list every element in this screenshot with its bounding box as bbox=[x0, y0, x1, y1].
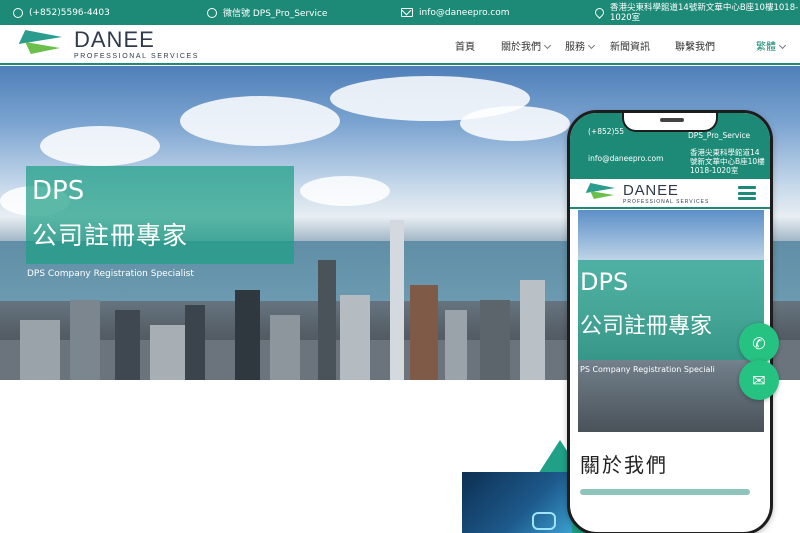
topbar-email[interactable]: info@daneepro.com bbox=[401, 0, 510, 25]
language-label: 繁體 bbox=[756, 42, 776, 53]
location-icon bbox=[593, 6, 606, 19]
building bbox=[70, 300, 100, 380]
nav-services-label: 服務 bbox=[565, 42, 585, 53]
building bbox=[115, 310, 140, 380]
phone-logo-subtitle: PROFESSIONAL SERVICES bbox=[623, 199, 710, 205]
phone-address-line-3: 1018-1020室 bbox=[690, 166, 739, 175]
address-line-1: 香港尖東科學館道14號新文華中心B座10樓1018- bbox=[610, 2, 799, 13]
cloud-shape bbox=[300, 176, 390, 206]
chevron-down-icon bbox=[587, 41, 596, 50]
hero-subtitle: DPS Company Registration Specialist bbox=[27, 269, 194, 279]
topbar-wechat-text: 微信號 DPS_Pro_Service bbox=[223, 9, 328, 19]
mail-icon bbox=[401, 8, 413, 17]
cloud-shape bbox=[40, 126, 160, 166]
topbar-address: 香港尖東科學館道14號新文華中心B座10樓1018- 1020室 bbox=[593, 0, 798, 25]
chevron-down-icon bbox=[543, 41, 552, 50]
phone-notch bbox=[622, 113, 718, 132]
cloud-shape bbox=[180, 96, 340, 146]
building bbox=[185, 305, 205, 380]
nav-item-services[interactable]: 服務 bbox=[565, 38, 596, 53]
topbar-address-text: 香港尖東科學館道14號新文華中心B座10樓1018- 1020室 bbox=[610, 3, 798, 23]
tech-photo bbox=[462, 472, 572, 533]
phone-about-heading: 關於我們 bbox=[580, 453, 668, 477]
cloud-shape bbox=[460, 106, 570, 141]
phone-about-subtext bbox=[580, 489, 750, 495]
phone-hero-title-line-2: 公司註冊專家 bbox=[580, 314, 713, 339]
nav-about-label: 關於我們 bbox=[501, 42, 541, 53]
building bbox=[318, 260, 336, 380]
phone-hero-subtitle: PS Company Registration Speciali bbox=[580, 365, 715, 374]
whatsapp-icon: ✆ bbox=[752, 333, 766, 353]
phone-topbar-email: info@daneepro.com bbox=[588, 154, 664, 163]
nav-menu: 首頁 關於我們 服務 新聞資訊 聯繫我們 繁體 bbox=[0, 25, 800, 65]
whatsapp-icon bbox=[13, 7, 23, 18]
phone-hero-title-line-1: DPS bbox=[580, 268, 629, 296]
building bbox=[480, 300, 510, 380]
topbar-phone-text: (+852)5596-4403 bbox=[29, 7, 110, 18]
hero-title-line-2: 公司註冊專家 bbox=[32, 221, 189, 250]
building bbox=[410, 285, 438, 380]
topbar-wechat[interactable]: 微信號 DPS_Pro_Service bbox=[207, 0, 327, 25]
phone-navbar: DANEE PROFESSIONAL SERVICES bbox=[570, 179, 770, 209]
nav-item-home[interactable]: 首頁 bbox=[455, 38, 475, 53]
building bbox=[445, 310, 467, 380]
phone-logo-name: DANEE bbox=[623, 182, 679, 199]
building bbox=[150, 325, 185, 380]
building bbox=[235, 290, 260, 380]
building bbox=[20, 320, 60, 380]
topbar-email-text: info@daneepro.com bbox=[419, 7, 510, 18]
logo-mark-icon bbox=[585, 183, 618, 203]
hero-title-line-1: DPS bbox=[32, 176, 85, 206]
top-contact-bar: (+852)5596-4403 微信號 DPS_Pro_Service info… bbox=[0, 0, 800, 25]
nav-item-news[interactable]: 新聞資訊 bbox=[610, 38, 650, 53]
address-line-2: 1020室 bbox=[610, 12, 641, 23]
topbar-phone[interactable]: (+852)5596-4403 bbox=[13, 0, 110, 25]
nav-item-about[interactable]: 關於我們 bbox=[501, 38, 552, 53]
phone-topbar-phone: (+852)55 bbox=[588, 127, 624, 136]
wechat-icon: ✉ bbox=[752, 370, 766, 390]
building bbox=[270, 315, 300, 380]
chevron-down-icon bbox=[778, 41, 787, 50]
phone-mockup: (+852)55 DPS_Pro_Service info@daneepro.c… bbox=[567, 110, 773, 533]
whatsapp-float-button[interactable]: ✆ bbox=[739, 323, 779, 363]
building bbox=[390, 220, 404, 380]
main-navbar: DANEE PROFESSIONAL SERVICES 首頁 關於我們 服務 新… bbox=[0, 25, 800, 65]
phone-topbar-wechat: DPS_Pro_Service bbox=[688, 131, 751, 140]
language-selector[interactable]: 繁體 bbox=[756, 38, 787, 53]
nav-item-contact[interactable]: 聯繫我們 bbox=[675, 38, 715, 53]
wechat-float-button[interactable]: ✉ bbox=[739, 360, 779, 400]
phone-hero-banner: DPS 公司註冊專家 PS Company Registration Speci… bbox=[578, 210, 764, 432]
wechat-icon bbox=[207, 7, 217, 18]
building bbox=[340, 295, 370, 380]
menu-icon[interactable] bbox=[738, 186, 756, 200]
building bbox=[520, 280, 545, 380]
